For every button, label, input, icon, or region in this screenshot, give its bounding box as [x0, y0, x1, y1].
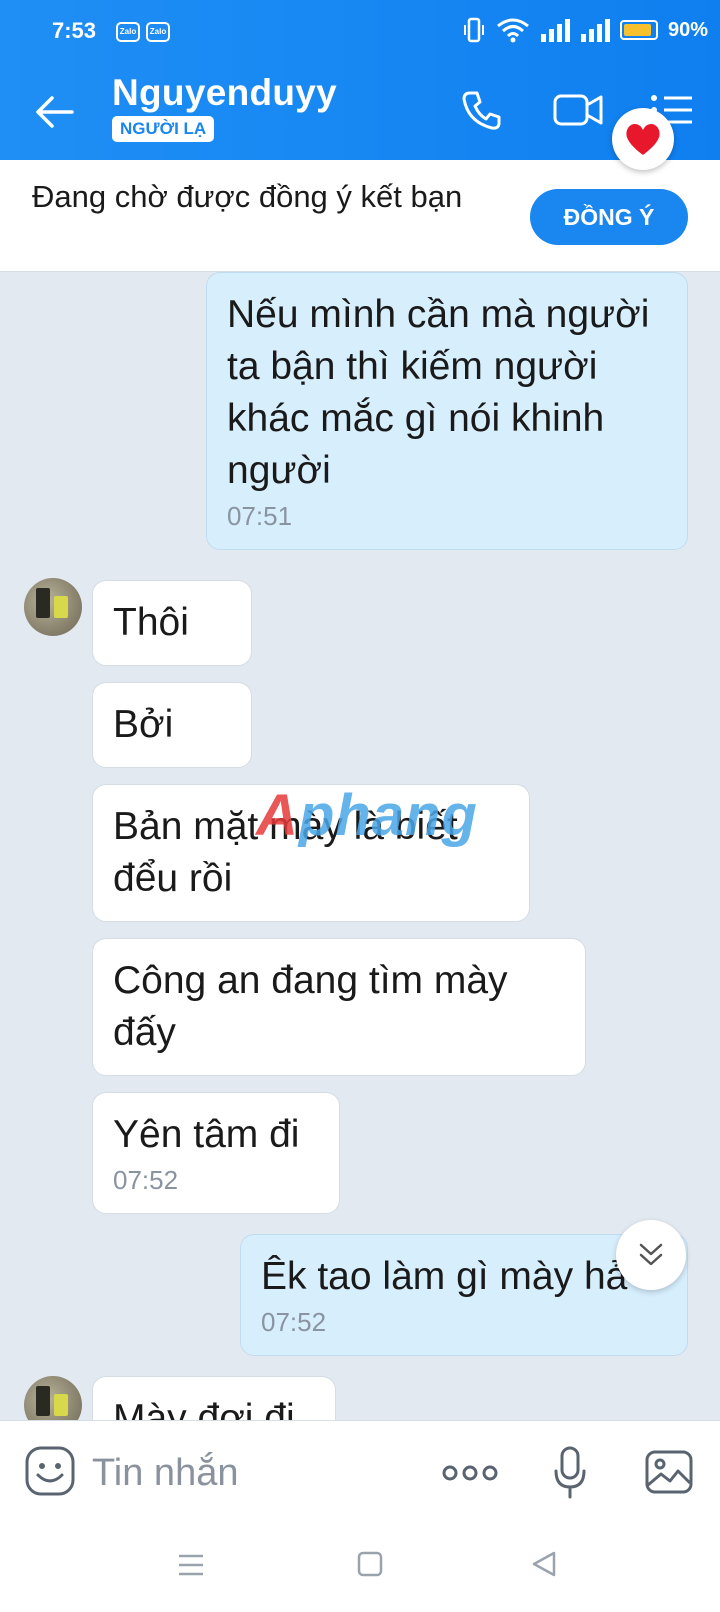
zalo-notification-icon: Zalo	[146, 22, 170, 42]
battery-icon	[619, 20, 658, 40]
heart-reaction-button[interactable]	[612, 108, 674, 170]
microphone-icon[interactable]	[552, 1445, 588, 1501]
watermark-logo: Aphang	[256, 783, 478, 848]
message-bubble-incoming[interactable]: Mày đợi đi	[92, 1376, 336, 1420]
message-text: Yên tâm đi	[113, 1113, 300, 1156]
message-text: Bởi	[113, 703, 174, 746]
message-input[interactable]	[92, 1443, 412, 1503]
stranger-badge: NGƯỜI LẠ	[112, 116, 215, 142]
avatar[interactable]	[24, 578, 82, 636]
message-list[interactable]: Nếu mình cần mà người ta bận thì kiếm ng…	[0, 272, 720, 1420]
back-triangle-icon[interactable]	[530, 1550, 558, 1578]
message-text: Công an đang tìm mày đấy	[113, 959, 508, 1054]
chevron-double-down-icon	[639, 1243, 663, 1266]
heart-icon	[626, 124, 660, 155]
signal-icon	[580, 19, 610, 42]
signal-icon	[540, 19, 570, 42]
message-input-bar	[0, 1420, 720, 1524]
image-icon[interactable]	[644, 1449, 694, 1495]
message-bubble-incoming[interactable]: Thôi	[92, 580, 252, 666]
contact-name[interactable]: Nguyenduyy	[112, 72, 337, 114]
status-bar: 7:53 Zalo Zalo 90%	[0, 0, 720, 66]
message-bubble-incoming[interactable]: Bởi	[92, 682, 252, 768]
message-text: Thôi	[113, 601, 189, 644]
status-time: 7:53	[52, 18, 97, 43]
more-dots-icon[interactable]	[440, 1455, 500, 1491]
recent-apps-icon[interactable]	[176, 1550, 206, 1580]
video-camera-icon[interactable]	[552, 88, 604, 132]
message-text: Nếu mình cần mà người ta bận thì kiếm ng…	[227, 293, 650, 492]
phone-icon[interactable]	[460, 88, 504, 132]
back-arrow-icon[interactable]	[32, 90, 76, 134]
home-icon[interactable]	[356, 1550, 384, 1578]
message-time: 07:52	[113, 1165, 179, 1195]
pending-request-text: Đang chờ được đồng ý kết bạn	[32, 179, 463, 214]
scroll-to-bottom-button[interactable]	[616, 1220, 686, 1290]
message-time: 07:52	[261, 1307, 327, 1337]
sticker-icon[interactable]	[24, 1445, 76, 1497]
avatar[interactable]	[24, 1376, 82, 1420]
message-text: Êk tao làm gì mày hả	[261, 1255, 628, 1298]
status-icons: 90%	[462, 16, 708, 44]
wifi-icon	[497, 18, 529, 43]
system-navigation-bar	[0, 1524, 720, 1612]
accept-friend-button[interactable]: ĐỒNG Ý	[530, 189, 688, 245]
message-time: 07:51	[227, 501, 293, 531]
message-bubble-incoming[interactable]: Công an đang tìm mày đấy	[92, 938, 586, 1076]
vibrate-icon	[463, 17, 484, 43]
message-bubble-outgoing[interactable]: Nếu mình cần mà người ta bận thì kiếm ng…	[206, 272, 688, 550]
message-text: Mày đợi đi	[113, 1397, 295, 1420]
battery-percentage: 90%	[667, 18, 708, 41]
message-bubble-incoming[interactable]: Yên tâm đi 07:52	[92, 1092, 340, 1214]
zalo-notification-icon: Zalo	[116, 22, 140, 42]
